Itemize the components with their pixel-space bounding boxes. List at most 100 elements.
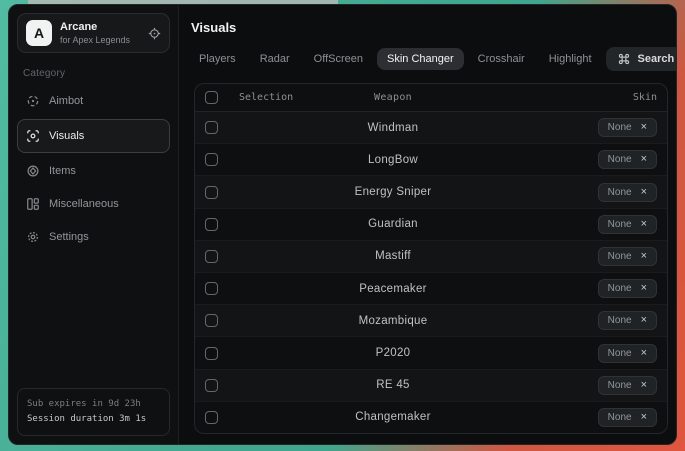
skin-select-badge[interactable]: None ×	[598, 247, 657, 266]
table-row[interactable]: Peacemaker None ×	[195, 273, 667, 305]
skin-select-badge[interactable]: None ×	[598, 215, 657, 234]
skin-select-badge[interactable]: None ×	[598, 279, 657, 298]
clear-skin-icon[interactable]: ×	[641, 412, 647, 423]
clear-skin-icon[interactable]: ×	[641, 187, 647, 198]
skin-value: None	[608, 122, 632, 133]
row-checkbox[interactable]	[205, 379, 218, 392]
row-checkbox[interactable]	[205, 347, 218, 360]
skin-value: None	[608, 219, 632, 230]
skin-select-badge[interactable]: None×	[598, 311, 657, 330]
row-checkbox[interactable]	[205, 186, 218, 199]
clear-skin-icon[interactable]: ×	[641, 283, 647, 294]
skin-select-badge[interactable]: None ×	[598, 150, 657, 169]
skin-select-badge[interactable]: None ×	[598, 376, 657, 395]
table-row[interactable]: P2020 None ×	[195, 337, 667, 369]
table-row[interactable]: Guardian None ×	[195, 209, 667, 241]
skin-select-badge[interactable]: None ×	[598, 408, 657, 427]
skin-value: None	[608, 348, 632, 359]
sidebar-item-settings[interactable]: Settings	[17, 222, 170, 252]
clear-skin-icon[interactable]: ×	[641, 348, 647, 359]
clear-skin-icon[interactable]: ×	[641, 154, 647, 165]
sidebar-item-label: Visuals	[49, 130, 84, 142]
weapon-name: Windman	[239, 122, 547, 134]
app-title: Arcane	[60, 21, 130, 33]
skin-value: None	[608, 154, 632, 165]
row-checkbox[interactable]	[205, 250, 218, 263]
sidebar-item-label: Items	[49, 165, 76, 177]
brand-text: Arcane for Apex Legends	[60, 21, 130, 45]
search-button[interactable]: Search	[606, 47, 677, 71]
clear-skin-icon[interactable]: ×	[641, 315, 647, 326]
skin-value: None	[608, 283, 632, 294]
search-button-label: Search	[638, 53, 675, 65]
column-header-selection: Selection	[239, 92, 293, 103]
weapon-name: Energy Sniper	[239, 186, 547, 198]
skin-value: None	[608, 251, 632, 262]
tab-radar[interactable]: Radar	[250, 48, 300, 70]
tab-players[interactable]: Players	[189, 48, 246, 70]
crosshair-icon	[26, 94, 40, 108]
weapon-name: LongBow	[239, 154, 547, 166]
skin-select-badge[interactable]: None ×	[598, 344, 657, 363]
table-row[interactable]: RE 45 None ×	[195, 370, 667, 402]
app-subtitle: for Apex Legends	[60, 35, 130, 45]
layout-grid-icon	[26, 197, 40, 211]
table-header-row: Selection Weapon Skin	[195, 84, 667, 112]
sidebar-item-miscellaneous[interactable]: Miscellaneous	[17, 189, 170, 219]
weapon-name: Changemaker	[239, 411, 547, 423]
target-icon[interactable]	[148, 27, 161, 40]
tabs-row: Players Radar OffScreen Skin Changer Cro…	[189, 47, 668, 71]
gear-icon	[26, 230, 40, 244]
sidebar: A Arcane for Apex Legends Category Aimbo…	[9, 5, 179, 444]
select-all-checkbox[interactable]	[205, 91, 218, 104]
skin-select-badge[interactable]: None ×	[598, 118, 657, 137]
row-checkbox[interactable]	[205, 314, 218, 327]
clear-skin-icon[interactable]: ×	[641, 122, 647, 133]
row-checkbox[interactable]	[205, 282, 218, 295]
weapon-name: RE 45	[239, 379, 547, 391]
column-header-skin: Skin	[547, 92, 657, 103]
row-checkbox[interactable]	[205, 218, 218, 231]
skin-select-badge[interactable]: None ×	[598, 183, 657, 202]
package-icon	[26, 164, 40, 178]
table-row[interactable]: Mozambique None×	[195, 305, 667, 337]
tab-highlight[interactable]: Highlight	[539, 48, 602, 70]
skin-changer-table: Selection Weapon Skin Windman None × Long…	[194, 83, 668, 434]
table-row[interactable]: LongBow None ×	[195, 144, 667, 176]
skin-value: None	[608, 412, 632, 423]
sub-expires-text: Sub expires in 9d 23h	[27, 397, 160, 412]
clear-skin-icon[interactable]: ×	[641, 380, 647, 391]
weapon-name: Peacemaker	[239, 283, 547, 295]
tab-crosshair[interactable]: Crosshair	[468, 48, 535, 70]
category-label: Category	[23, 68, 166, 79]
clear-skin-icon[interactable]: ×	[641, 219, 647, 230]
page-title: Visuals	[191, 20, 668, 35]
weapon-name: Mozambique	[239, 315, 547, 327]
sidebar-item-label: Miscellaneous	[49, 198, 119, 210]
sidebar-item-visuals[interactable]: Visuals	[17, 119, 170, 153]
tab-offscreen[interactable]: OffScreen	[304, 48, 373, 70]
row-checkbox[interactable]	[205, 153, 218, 166]
weapon-name: Guardian	[239, 218, 547, 230]
clear-skin-icon[interactable]: ×	[641, 251, 647, 262]
tab-skin-changer[interactable]: Skin Changer	[377, 48, 464, 70]
session-duration-text: Session duration 3m 1s	[27, 412, 160, 427]
row-checkbox[interactable]	[205, 121, 218, 134]
weapon-name: P2020	[239, 347, 547, 359]
row-checkbox[interactable]	[205, 411, 218, 424]
app-logo: A	[26, 20, 52, 46]
table-row[interactable]: Changemaker None ×	[195, 402, 667, 433]
sidebar-item-aimbot[interactable]: Aimbot	[17, 86, 170, 116]
eye-scan-icon	[26, 129, 40, 143]
table-row[interactable]: Mastiff None ×	[195, 241, 667, 273]
table-row[interactable]: Windman None ×	[195, 112, 667, 144]
command-icon	[618, 53, 630, 65]
brand-card: A Arcane for Apex Legends	[17, 13, 170, 53]
skin-value: None	[608, 187, 632, 198]
skin-value: None	[608, 380, 632, 391]
weapon-name: Mastiff	[239, 250, 547, 262]
table-row[interactable]: Energy Sniper None ×	[195, 176, 667, 208]
sidebar-item-label: Aimbot	[49, 95, 83, 107]
sidebar-item-items[interactable]: Items	[17, 156, 170, 186]
main-panel: Visuals Players Radar OffScreen Skin Cha…	[179, 5, 676, 444]
